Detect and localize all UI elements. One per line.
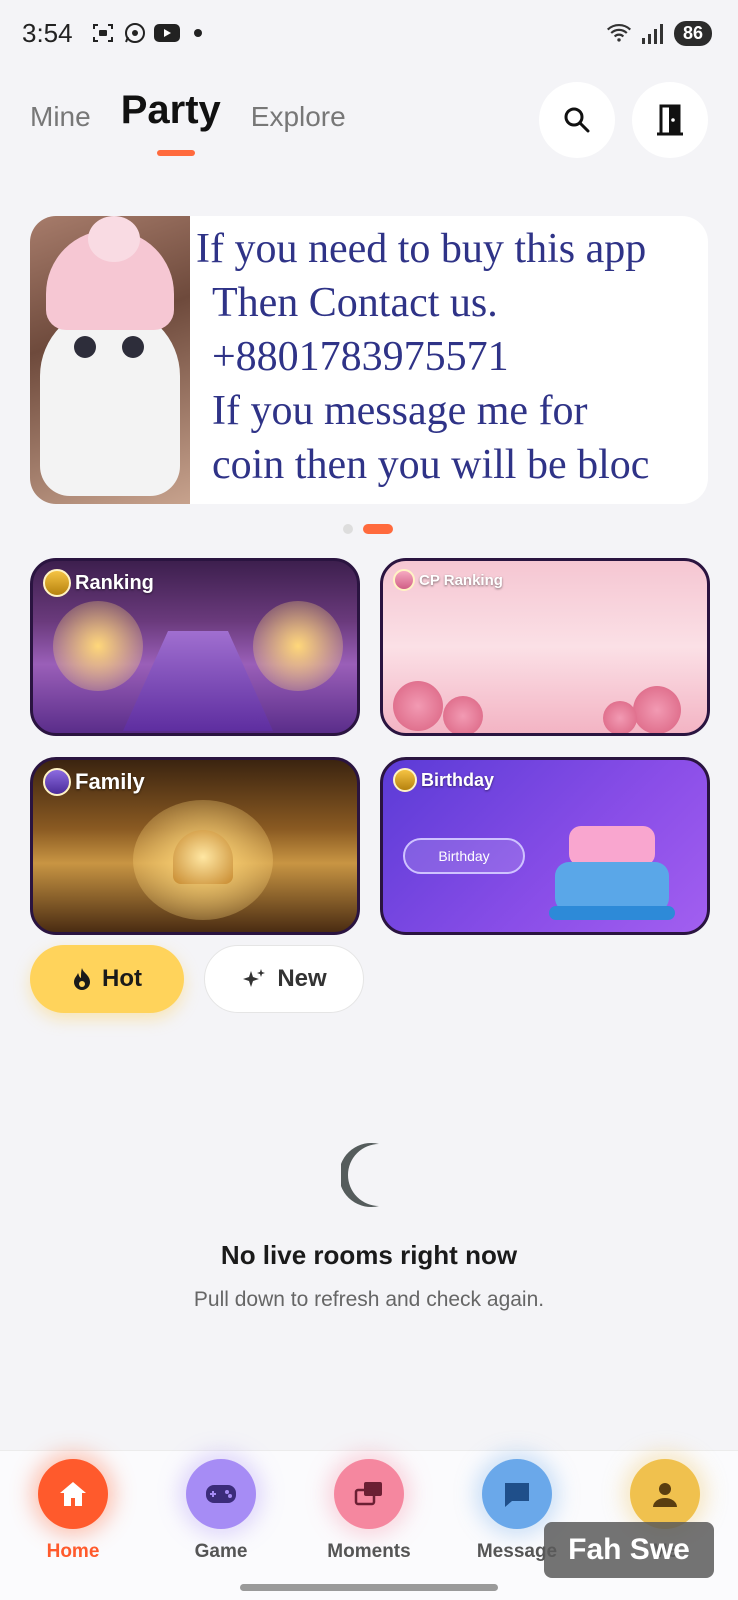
- active-tab-indicator: [157, 150, 195, 156]
- banner-text: If you need to buy this app Then Contact…: [196, 222, 708, 492]
- signal-icon: [640, 20, 666, 46]
- banner-line: If you need to buy this app: [196, 226, 647, 272]
- birthday-badge-icon: [393, 768, 417, 792]
- pagination-dot-active[interactable]: [363, 524, 393, 534]
- family-card[interactable]: Family: [30, 757, 360, 935]
- family-card-label: Family: [75, 769, 145, 794]
- filter-new-label: New: [277, 965, 327, 992]
- whatsapp-icon: [122, 20, 148, 46]
- heart-crest-icon: [173, 830, 233, 884]
- banner-line: If you message me for: [212, 388, 588, 434]
- tab-explore[interactable]: Explore: [251, 101, 346, 133]
- birthday-card[interactable]: Birthday Birthday: [380, 757, 710, 935]
- status-icons-right: 86: [606, 20, 712, 46]
- filter-hot-label: Hot: [102, 965, 142, 992]
- empty-state-title: No live rooms right now: [220, 1240, 518, 1270]
- cp-ranking-card-label: CP Ranking: [419, 571, 503, 589]
- promo-banner[interactable]: If you need to buy this app Then Contact…: [30, 216, 708, 504]
- filter-hot-chip[interactable]: Hot: [30, 945, 184, 1013]
- status-bar: 3:54 86: [0, 0, 738, 70]
- door-icon: [657, 104, 683, 136]
- nav-game[interactable]: Game: [171, 1459, 271, 1563]
- moments-icon: [354, 1482, 382, 1506]
- watermark-label: Fah Swe: [544, 1522, 714, 1578]
- home-icon: [60, 1482, 86, 1506]
- ranking-badge-icon: [43, 569, 71, 597]
- cp-ranking-card[interactable]: CP Ranking: [380, 558, 710, 736]
- tab-mine[interactable]: Mine: [30, 101, 91, 133]
- filter-new-chip[interactable]: New: [204, 945, 364, 1013]
- exit-room-button[interactable]: [632, 82, 708, 158]
- cp-ranking-badge-icon: [393, 569, 415, 591]
- cake-icon: [549, 806, 675, 926]
- family-badge-icon: [43, 768, 71, 796]
- nav-game-label: Game: [194, 1541, 248, 1562]
- gamepad-icon: [206, 1485, 236, 1503]
- status-time: 3:54: [22, 18, 73, 48]
- empty-state-subtitle: Pull down to refresh and check again.: [193, 1288, 545, 1311]
- cat-image: [30, 216, 190, 504]
- moon-icon: [341, 1143, 379, 1207]
- flame-icon: [74, 968, 90, 990]
- screenshot-icon: [90, 20, 116, 46]
- birthday-card-label: Birthday: [421, 769, 495, 790]
- nav-home-label: Home: [46, 1541, 100, 1562]
- status-icons-left: [90, 20, 202, 46]
- banner-line: Then Contact us.: [212, 280, 498, 326]
- profile-icon: [653, 1483, 677, 1507]
- notification-dot: [194, 29, 202, 37]
- banner-pagination: [343, 524, 393, 534]
- pagination-dot[interactable]: [343, 524, 353, 534]
- wifi-icon: [606, 20, 632, 46]
- sparkle-icon: [243, 969, 266, 987]
- search-button[interactable]: [539, 82, 615, 158]
- birthday-button[interactable]: Birthday: [403, 838, 525, 874]
- banner-line: +8801783975571: [212, 334, 509, 380]
- chat-icon: [505, 1483, 529, 1507]
- search-icon: [564, 107, 590, 133]
- banner-line: coin then you will be bloc: [212, 442, 650, 488]
- battery-icon: 86: [673, 20, 712, 46]
- top-tabs: Mine Party Explore: [30, 88, 346, 133]
- nav-moments-label: Moments: [327, 1541, 411, 1562]
- nav-moments[interactable]: Moments: [319, 1459, 419, 1563]
- nav-home[interactable]: Home: [23, 1459, 123, 1563]
- ranking-card[interactable]: Ranking: [30, 558, 360, 736]
- ranking-card-label: Ranking: [75, 571, 154, 594]
- youtube-icon: [154, 20, 180, 46]
- tab-party[interactable]: Party: [121, 88, 221, 133]
- home-indicator[interactable]: [240, 1584, 498, 1591]
